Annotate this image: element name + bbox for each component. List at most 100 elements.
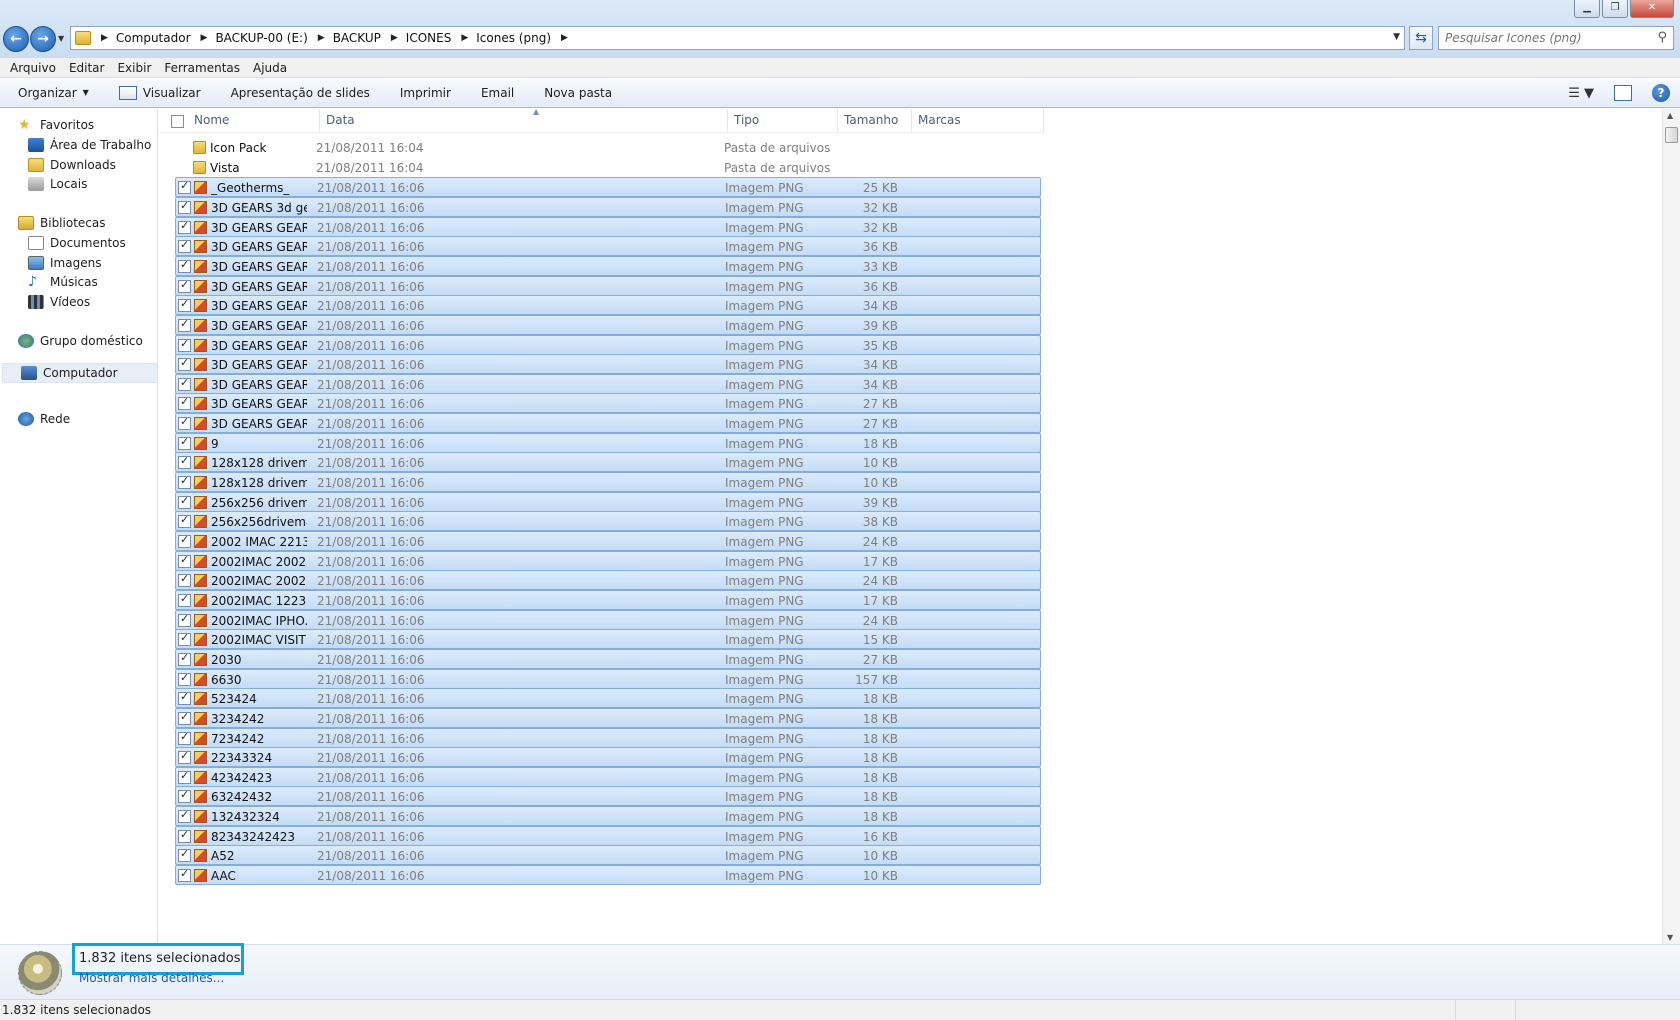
refresh-button[interactable]: ⇆ — [1409, 26, 1433, 50]
file-row[interactable]: 2002IMAC 2002 I... 21/08/2011 16:06 Imagem… — [175, 570, 1041, 591]
file-row[interactable]: 523424 21/08/2011 16:06 Imagem PNG 18 KB — [175, 688, 1041, 709]
row-checkbox[interactable] — [178, 454, 191, 470]
row-checkbox[interactable] — [178, 690, 191, 706]
chevron-right-icon[interactable]: ▶ — [461, 33, 468, 43]
row-checkbox[interactable] — [178, 847, 191, 863]
row-checkbox[interactable] — [178, 867, 191, 883]
row-checkbox[interactable] — [178, 553, 191, 568]
file-row[interactable]: 2002IMAC VISIT ... 21/08/2011 16:06 Imagem… — [175, 629, 1041, 650]
row-checkbox[interactable] — [178, 710, 191, 725]
select-all-checkbox[interactable] — [171, 115, 184, 128]
row-checkbox[interactable] — [178, 356, 191, 372]
recent-pages-dropdown-icon[interactable]: ▼ — [58, 34, 64, 43]
file-row[interactable]: 256x256drivemax... 21/08/2011 16:06 Imagem… — [175, 511, 1041, 532]
file-row[interactable]: 2002IMAC 12232... 21/08/2011 16:06 Imagem … — [175, 589, 1041, 610]
file-row[interactable]: 132432324 21/08/2011 16:06 Imagem PNG 18 KB — [175, 806, 1041, 827]
file-row[interactable]: 63242432 21/08/2011 16:06 Imagem PNG 18 KB — [175, 786, 1041, 807]
back-button[interactable]: ← — [3, 26, 29, 52]
row-checkbox[interactable] — [178, 435, 191, 450]
file-row[interactable]: 82343242423 21/08/2011 16:06 Imagem PNG 16 … — [175, 825, 1041, 846]
file-row[interactable]: 3D GEARS GEAR3 21/08/2011 16:06 Imagem PNG… — [175, 236, 1041, 257]
scroll-up-icon[interactable]: ▲ — [1667, 111, 1673, 120]
row-checkbox[interactable] — [178, 671, 191, 686]
nav-music[interactable]: ♪ Músicas — [28, 275, 98, 289]
column-divider[interactable] — [911, 109, 912, 133]
file-row[interactable]: 3D GEARS GEAR4 21/08/2011 16:06 Imagem PNG… — [175, 255, 1041, 276]
file-row[interactable]: 3D GEARS GEAR9 21/08/2011 16:06 Imagem PNG… — [175, 354, 1041, 375]
row-checkbox[interactable] — [178, 219, 191, 234]
column-divider[interactable] — [1043, 109, 1044, 133]
chevron-right-icon[interactable]: ▶ — [201, 33, 208, 43]
row-checkbox[interactable] — [178, 651, 191, 666]
file-row[interactable]: 2002 IMAC 22133... 21/08/2011 16:06 Imagem… — [175, 531, 1041, 551]
nav-documents[interactable]: Documentos — [28, 236, 126, 250]
row-checkbox[interactable] — [178, 258, 191, 273]
show-more-details-link[interactable]: Mostrar mais detalhes... — [79, 971, 224, 985]
column-tags[interactable]: Marcas — [918, 113, 961, 129]
file-row[interactable]: 3D GEARS GEAR6 21/08/2011 16:06 Imagem PNG… — [175, 295, 1041, 316]
file-row[interactable]: _Geotherms_ 21/08/2011 16:06 Imagem PNG 25 … — [175, 177, 1041, 198]
row-checkbox[interactable] — [178, 572, 191, 588]
breadcrumb-icones[interactable]: ICONES — [406, 31, 452, 45]
nav-homegroup[interactable]: Grupo doméstico — [18, 334, 143, 348]
column-divider[interactable] — [727, 109, 728, 133]
file-row[interactable]: 2030 21/08/2011 16:06 Imagem PNG 27 KB — [175, 648, 1041, 669]
file-row[interactable]: 128x128 drivema... 21/08/2011 16:06 Imagem… — [175, 472, 1041, 493]
menu-editar[interactable]: Editar — [69, 61, 105, 75]
nav-libraries[interactable]: Bibliotecas — [18, 216, 105, 230]
nav-downloads[interactable]: Downloads — [28, 158, 116, 172]
forward-button[interactable]: → — [30, 26, 56, 52]
row-checkbox[interactable] — [178, 513, 191, 529]
column-name[interactable]: Nome — [194, 113, 229, 129]
file-row[interactable]: 3234242 21/08/2011 16:06 Imagem PNG 18 KB — [175, 707, 1041, 728]
help-icon[interactable]: ? — [1652, 84, 1670, 102]
email-button[interactable]: Email — [481, 86, 514, 100]
row-checkbox[interactable] — [178, 376, 191, 391]
search-icon[interactable]: ⚲ — [1657, 30, 1667, 45]
row-checkbox[interactable] — [178, 199, 191, 214]
row-checkbox[interactable] — [178, 494, 191, 509]
row-checkbox[interactable] — [178, 631, 191, 647]
vertical-scrollbar[interactable]: ▲ ▼ — [1662, 109, 1680, 944]
scroll-down-icon[interactable]: ▼ — [1667, 933, 1673, 942]
search-box[interactable]: ⚲ — [1438, 26, 1674, 50]
slideshow-button[interactable]: Apresentação de slides — [231, 86, 370, 100]
file-row[interactable]: 2002IMAC 2002 I... 21/08/2011 16:06 Imagem… — [175, 550, 1041, 571]
view-button[interactable]: Visualizar — [118, 85, 201, 100]
file-row[interactable]: 3D GEARS GEAR5 21/08/2011 16:06 Imagem PNG… — [175, 275, 1041, 296]
print-button[interactable]: Imprimir — [400, 86, 451, 100]
scrollbar-thumb[interactable] — [1665, 127, 1678, 143]
row-checkbox[interactable] — [178, 828, 191, 843]
file-row[interactable]: 3D GEARS GEAR10 21/08/2011 16:06 Imagem PN… — [175, 373, 1041, 394]
file-row[interactable]: AAC 21/08/2011 16:06 Imagem PNG 10 KB — [175, 865, 1041, 886]
nav-videos[interactable]: Vídeos — [28, 295, 90, 309]
nav-network[interactable]: Rede — [18, 412, 70, 426]
nav-computer[interactable]: Computador — [2, 363, 158, 383]
change-view-icon[interactable]: ☰ ▼ — [1568, 86, 1594, 101]
new-folder-button[interactable]: Nova pasta — [544, 86, 612, 100]
file-row[interactable]: 3D GEARS GEAR11 21/08/2011 16:06 Imagem PN… — [175, 393, 1041, 414]
file-row[interactable]: 128x128 drivema... 21/08/2011 16:06 Imagem… — [175, 452, 1041, 473]
nav-pictures[interactable]: Imagens — [28, 256, 101, 270]
row-checkbox[interactable] — [178, 415, 191, 431]
menu-ajuda[interactable]: Ajuda — [253, 61, 287, 75]
menu-arquivo[interactable]: Arquivo — [10, 61, 56, 75]
row-checkbox[interactable] — [178, 533, 191, 548]
restore-button[interactable]: ❐ — [1602, 0, 1628, 18]
row-checkbox[interactable] — [178, 179, 191, 195]
breadcrumb-backup[interactable]: BACKUP — [333, 31, 381, 45]
column-type[interactable]: Tipo — [734, 113, 759, 129]
row-checkbox[interactable] — [178, 749, 191, 765]
organize-button[interactable]: Organizar ▼ — [18, 86, 89, 100]
file-row[interactable]: 3D GEARS GEAR2 21/08/2011 16:06 Imagem PNG… — [175, 216, 1041, 237]
folder-row[interactable]: Vista 21/08/2011 16:04 Pasta de arquivos — [175, 158, 1041, 178]
file-row[interactable]: 9 21/08/2011 16:06 Imagem PNG 18 KB — [175, 432, 1041, 453]
column-size[interactable]: Tamanho — [844, 113, 898, 129]
row-checkbox[interactable] — [178, 788, 191, 804]
chevron-right-icon[interactable]: ▶ — [561, 33, 568, 43]
row-checkbox[interactable] — [178, 730, 191, 745]
row-checkbox[interactable] — [178, 612, 191, 627]
minimize-button[interactable]: ▁ — [1574, 0, 1600, 18]
close-button[interactable]: ✕ — [1630, 0, 1674, 18]
row-checkbox[interactable] — [178, 592, 191, 607]
